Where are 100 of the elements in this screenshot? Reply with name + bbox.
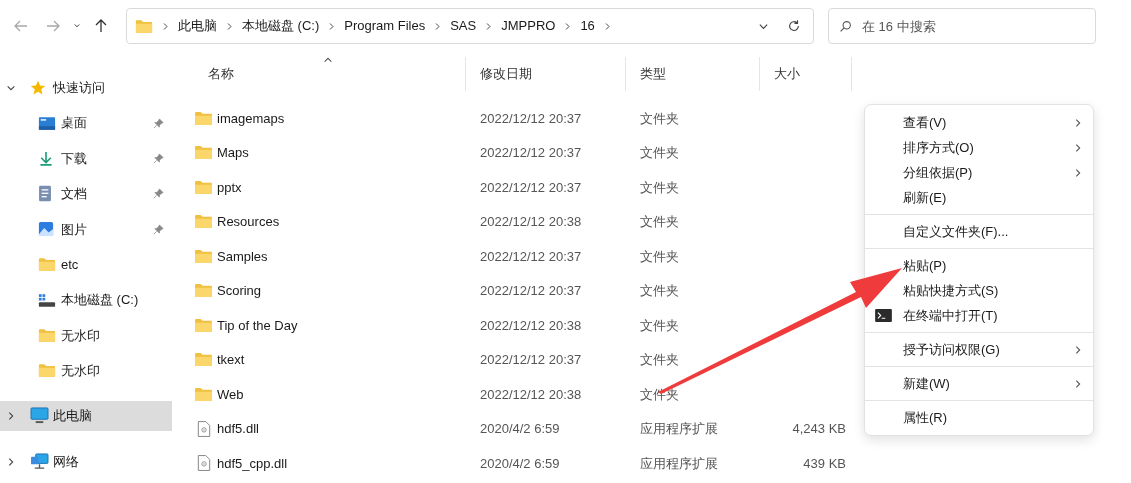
file-name-cell[interactable]: Web bbox=[190, 384, 466, 404]
type-cell-text: 文件夹 bbox=[639, 247, 680, 266]
menu-item[interactable]: 刷新(E) bbox=[903, 185, 1093, 210]
submenu-chevron-icon bbox=[1073, 167, 1083, 178]
file-name-cell[interactable]: Tip of the Day bbox=[190, 315, 466, 335]
chevron-right-icon bbox=[6, 456, 16, 467]
terminal-icon bbox=[875, 309, 892, 322]
file-icon bbox=[196, 419, 211, 438]
column-header[interactable]: 大小 bbox=[760, 57, 852, 91]
type-cell-text: 文件夹 bbox=[639, 213, 680, 231]
date-cell-text: 2020/4/2 6:59 bbox=[479, 420, 561, 438]
folder-icon bbox=[194, 248, 213, 264]
file-name-cell[interactable]: hdf5_cpp.dll bbox=[190, 453, 466, 473]
column-header[interactable]: 类型 bbox=[626, 57, 760, 91]
folder-icon bbox=[135, 18, 153, 34]
desktop-icon bbox=[38, 115, 56, 131]
type-cell-text: 应用程序扩展 bbox=[639, 454, 719, 473]
menu-item[interactable]: 粘贴(P) bbox=[903, 253, 1093, 278]
sidebar-item[interactable]: 快速访问 bbox=[0, 70, 172, 106]
monitor-icon bbox=[30, 407, 49, 424]
date-cell-text: 2022/12/12 20:37 bbox=[479, 351, 583, 369]
type-cell-text: 文件夹 bbox=[639, 178, 680, 197]
menu-item[interactable]: 属性(R) bbox=[903, 405, 1093, 430]
chevron-icon bbox=[161, 21, 170, 31]
date-cell-text: 2022/12/12 20:38 bbox=[479, 385, 583, 404]
folder-icon bbox=[194, 110, 213, 126]
file-name-cell[interactable]: hdf5.dll bbox=[190, 419, 466, 439]
date-cell-text: 2022/12/12 20:38 bbox=[479, 316, 583, 335]
menu-item[interactable]: 粘贴快捷方式(S) bbox=[903, 278, 1093, 303]
breadcrumb-item[interactable]: SAS bbox=[450, 16, 477, 36]
menu-item[interactable]: 排序方式(O) bbox=[903, 135, 1093, 160]
breadcrumb-item[interactable]: 本地磁盘 (C:) bbox=[242, 16, 320, 36]
pin-icon bbox=[153, 223, 164, 235]
file-name-cell[interactable]: Maps bbox=[190, 143, 466, 163]
sidebar-item[interactable]: 文档 bbox=[0, 176, 172, 212]
file-icon bbox=[196, 454, 211, 473]
sidebar-item[interactable]: 桌面 bbox=[0, 105, 172, 141]
size-cell-text: 439 KB bbox=[802, 454, 847, 473]
file-name-cell[interactable]: Scoring bbox=[190, 281, 466, 301]
folder-icon bbox=[194, 145, 213, 161]
menu-item[interactable]: 分组依据(P) bbox=[903, 160, 1093, 185]
search-icon bbox=[839, 20, 852, 33]
chevron-icon bbox=[563, 21, 573, 31]
column-header[interactable]: 名称 bbox=[190, 57, 466, 91]
chevron-icon bbox=[225, 21, 234, 31]
pin-icon bbox=[153, 188, 164, 200]
sort-icon bbox=[322, 55, 333, 65]
folder-icon bbox=[194, 214, 213, 230]
sidebar-item[interactable]: 图片 bbox=[0, 211, 172, 247]
chevron-icon bbox=[484, 21, 494, 31]
up-arrow-icon[interactable] bbox=[93, 18, 109, 34]
submenu-chevron-icon bbox=[1073, 378, 1083, 389]
size-cell-text: 4,243 KB bbox=[791, 420, 847, 438]
download-icon bbox=[38, 149, 54, 167]
date-cell-text: 2022/12/12 20:37 bbox=[479, 144, 583, 162]
sidebar-item[interactable]: etc bbox=[0, 246, 172, 283]
chevron-right-icon bbox=[6, 410, 16, 421]
sidebar-item[interactable]: 此电脑 bbox=[0, 400, 172, 431]
file-name-cell[interactable]: Resources bbox=[190, 212, 466, 232]
refresh-icon[interactable] bbox=[787, 19, 801, 33]
picture-icon bbox=[38, 221, 54, 238]
sidebar-item[interactable]: 网络 bbox=[0, 446, 172, 477]
sidebar-item[interactable]: 无水印 bbox=[0, 317, 172, 354]
menu-item[interactable]: 查看(V) bbox=[903, 110, 1093, 135]
date-cell-text: 2022/12/12 20:37 bbox=[479, 109, 583, 128]
folder-icon bbox=[194, 352, 213, 368]
network-icon bbox=[30, 453, 49, 470]
sidebar-item[interactable]: 本地磁盘 (C:) bbox=[0, 282, 172, 318]
breadcrumb-item[interactable]: 16 bbox=[580, 16, 595, 36]
type-cell-text: 文件夹 bbox=[639, 351, 680, 369]
type-cell-text: 文件夹 bbox=[639, 109, 680, 128]
chevron-icon bbox=[433, 21, 443, 31]
folder-icon bbox=[38, 327, 56, 343]
file-name-cell[interactable]: pptx bbox=[190, 177, 466, 197]
type-cell-text: 文件夹 bbox=[639, 282, 680, 300]
date-cell-text: 2022/12/12 20:38 bbox=[479, 213, 583, 231]
address-bar[interactable]: 此电脑 本地磁盘 (C:) Program Files SAS JMPPRO 16 bbox=[126, 8, 814, 44]
breadcrumb-item[interactable]: JMPPRO bbox=[501, 16, 556, 36]
star-icon bbox=[30, 79, 46, 96]
document-icon bbox=[38, 185, 52, 203]
sidebar-item[interactable]: 无水印 bbox=[0, 353, 172, 389]
sidebar-item[interactable]: 下载 bbox=[0, 140, 172, 177]
menu-item[interactable]: 自定义文件夹(F)... bbox=[903, 219, 1093, 244]
type-cell-text: 文件夹 bbox=[639, 144, 680, 162]
date-cell-text: 2022/12/12 20:37 bbox=[479, 247, 583, 266]
date-cell-text: 2020/4/2 6:59 bbox=[479, 454, 561, 473]
menu-item[interactable]: 授予访问权限(G) bbox=[903, 337, 1093, 362]
menu-item[interactable]: 在终端中打开(T) bbox=[903, 303, 1093, 328]
column-header[interactable]: 修改日期 bbox=[466, 57, 626, 91]
file-name-cell[interactable]: tkext bbox=[190, 350, 466, 370]
pin-icon bbox=[153, 117, 164, 129]
search-field[interactable]: 在 16 中搜索 bbox=[828, 8, 1096, 44]
folder-icon bbox=[194, 179, 213, 195]
breadcrumb-item[interactable]: 此电脑 bbox=[178, 16, 217, 36]
submenu-chevron-icon bbox=[1073, 142, 1083, 153]
type-cell-text: 文件夹 bbox=[639, 316, 680, 335]
file-name-cell[interactable]: imagemaps bbox=[190, 108, 466, 128]
menu-item[interactable]: 新建(W) bbox=[903, 371, 1093, 396]
file-name-cell[interactable]: Samples bbox=[190, 246, 466, 266]
breadcrumb-item[interactable]: Program Files bbox=[344, 16, 426, 36]
